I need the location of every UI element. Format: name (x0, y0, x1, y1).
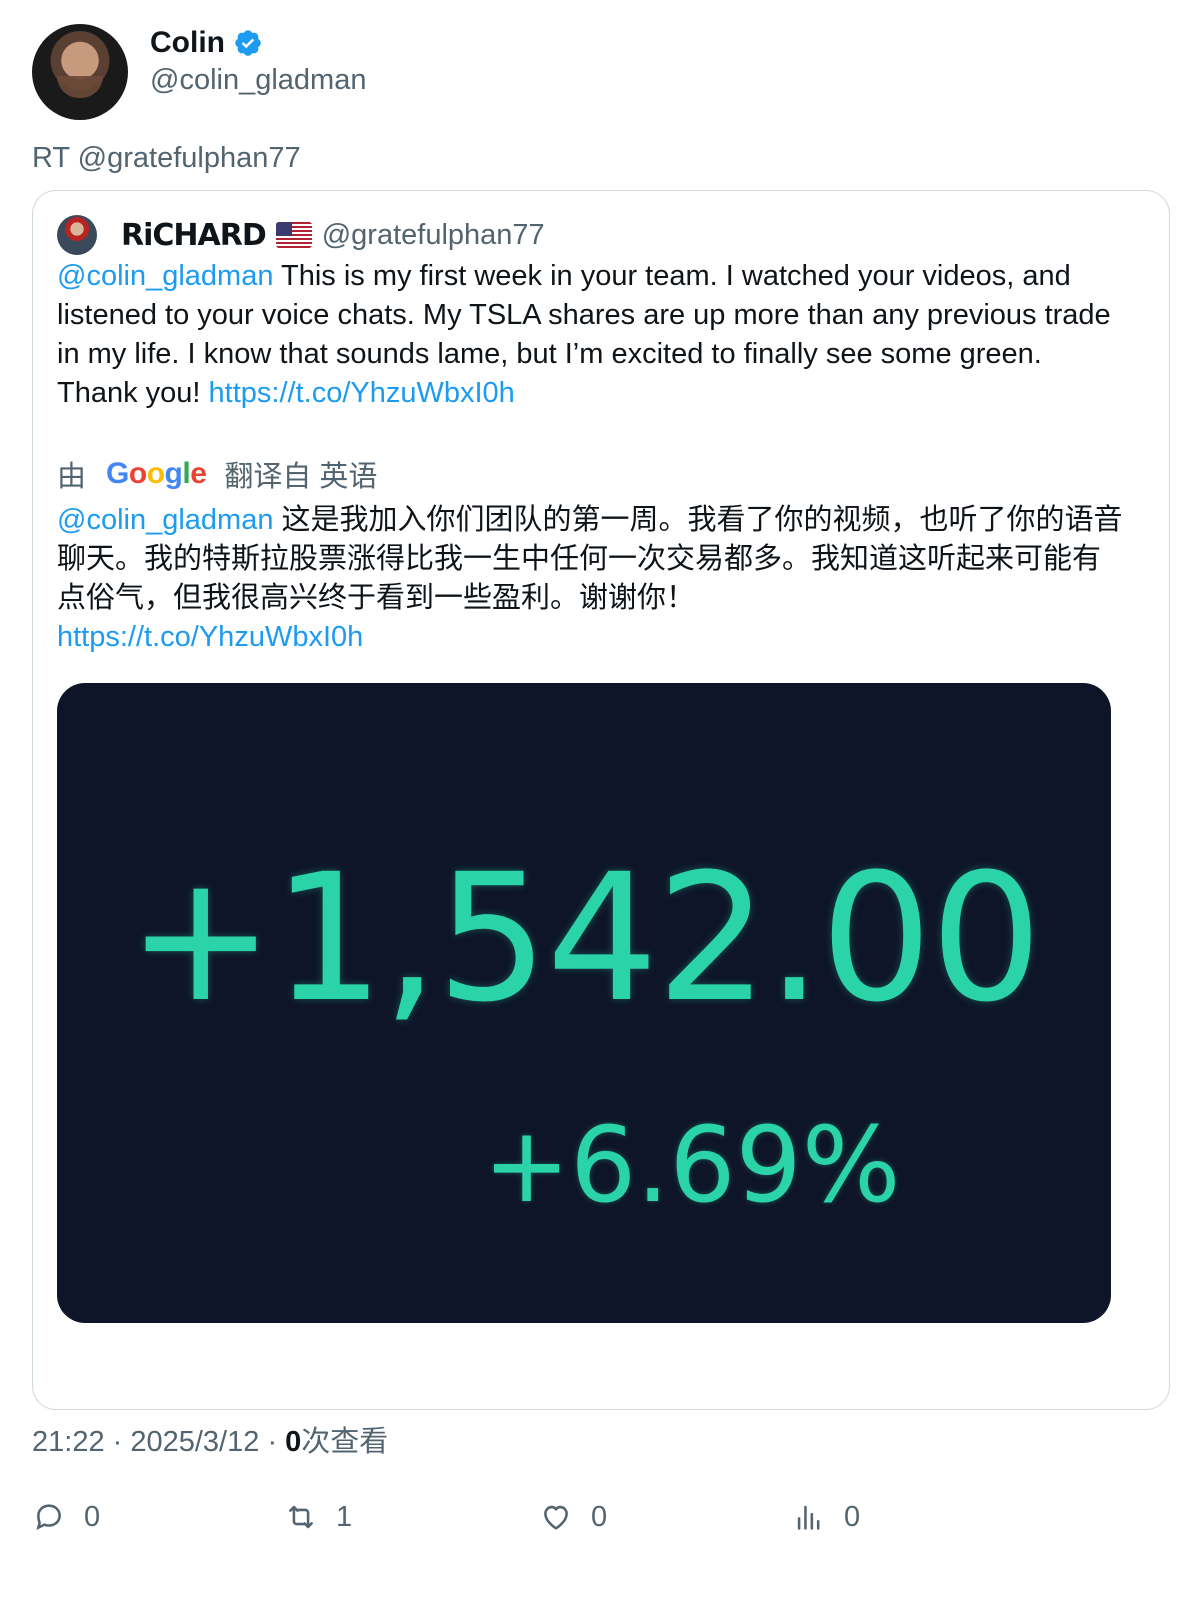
quoted-header: RiCHARD @gratefulphan77 (57, 215, 545, 255)
meta-separator: · (267, 1426, 286, 1458)
reply-count: 0 (84, 1500, 101, 1533)
views-button[interactable]: 0 (792, 1500, 860, 1534)
quoted-tweet[interactable]: RiCHARD @gratefulphan77 @colin_gladman T… (32, 190, 1170, 1410)
retweet-label: RT @gratefulphan77 (32, 142, 301, 174)
author-name-row: Colin (150, 26, 366, 60)
tweet-time[interactable]: 21:22 (32, 1426, 105, 1458)
tweet-date[interactable]: 2025/3/12 (130, 1426, 259, 1458)
quoted-media-image[interactable]: +1,542.00 +6.69% (57, 683, 1111, 1323)
meta-separator: · (112, 1426, 131, 1458)
retweet-button[interactable]: 1 (284, 1500, 352, 1534)
verified-badge-icon (235, 30, 261, 56)
us-flag-icon (275, 222, 312, 248)
action-bar: 0 1 0 0 (32, 1500, 1132, 1544)
reply-icon (36, 1504, 61, 1531)
translated-text: @colin_gladman 这是我加入你们团队的第一周。我看了你的视频，也听了… (57, 501, 1127, 657)
author-names: Colin @colin_gladman (150, 26, 366, 97)
analytics-icon (797, 1505, 820, 1530)
tweet-header: Colin @colin_gladman (32, 24, 366, 120)
reply-button[interactable]: 0 (32, 1500, 100, 1534)
like-count: 0 (591, 1500, 608, 1533)
translated-mention-link[interactable]: @colin_gladman (57, 504, 273, 536)
translation-suffix: 翻译自 英语 (224, 461, 378, 493)
google-logo: Google (106, 457, 207, 490)
author-display-name[interactable]: Colin (150, 26, 225, 60)
mention-link[interactable]: @colin_gladman (57, 260, 273, 292)
quoted-display-name[interactable]: RiCHARD (121, 218, 267, 253)
heart-icon (544, 1505, 568, 1530)
quoted-handle[interactable]: @gratefulphan77 (322, 219, 545, 252)
gain-amount: +1,542.00 (127, 836, 1042, 1041)
views-action-count: 0 (844, 1500, 861, 1533)
author-handle[interactable]: @colin_gladman (150, 64, 366, 97)
retweet-count: 1 (336, 1500, 353, 1533)
translated-url-link[interactable]: https://t.co/YhzuWbxI0h (57, 621, 363, 653)
tweet-meta: 21:22 · 2025/3/12 · 0次查看 (32, 1418, 388, 1460)
translation-prefix: 由 (57, 461, 87, 493)
like-button[interactable]: 0 (539, 1500, 607, 1534)
views-label: 次查看 (301, 1426, 389, 1458)
views-count: 0 (285, 1426, 302, 1458)
quoted-text: @colin_gladman This is my first week in … (57, 257, 1127, 413)
retweet-icon (289, 1505, 313, 1529)
author-avatar[interactable] (32, 24, 128, 120)
translation-attribution: 由 Google 翻译自 英语 (57, 453, 377, 495)
gain-percent: +6.69% (483, 1104, 901, 1226)
quoted-avatar[interactable] (57, 215, 97, 255)
quoted-url-link[interactable]: https://t.co/YhzuWbxI0h (209, 377, 515, 409)
